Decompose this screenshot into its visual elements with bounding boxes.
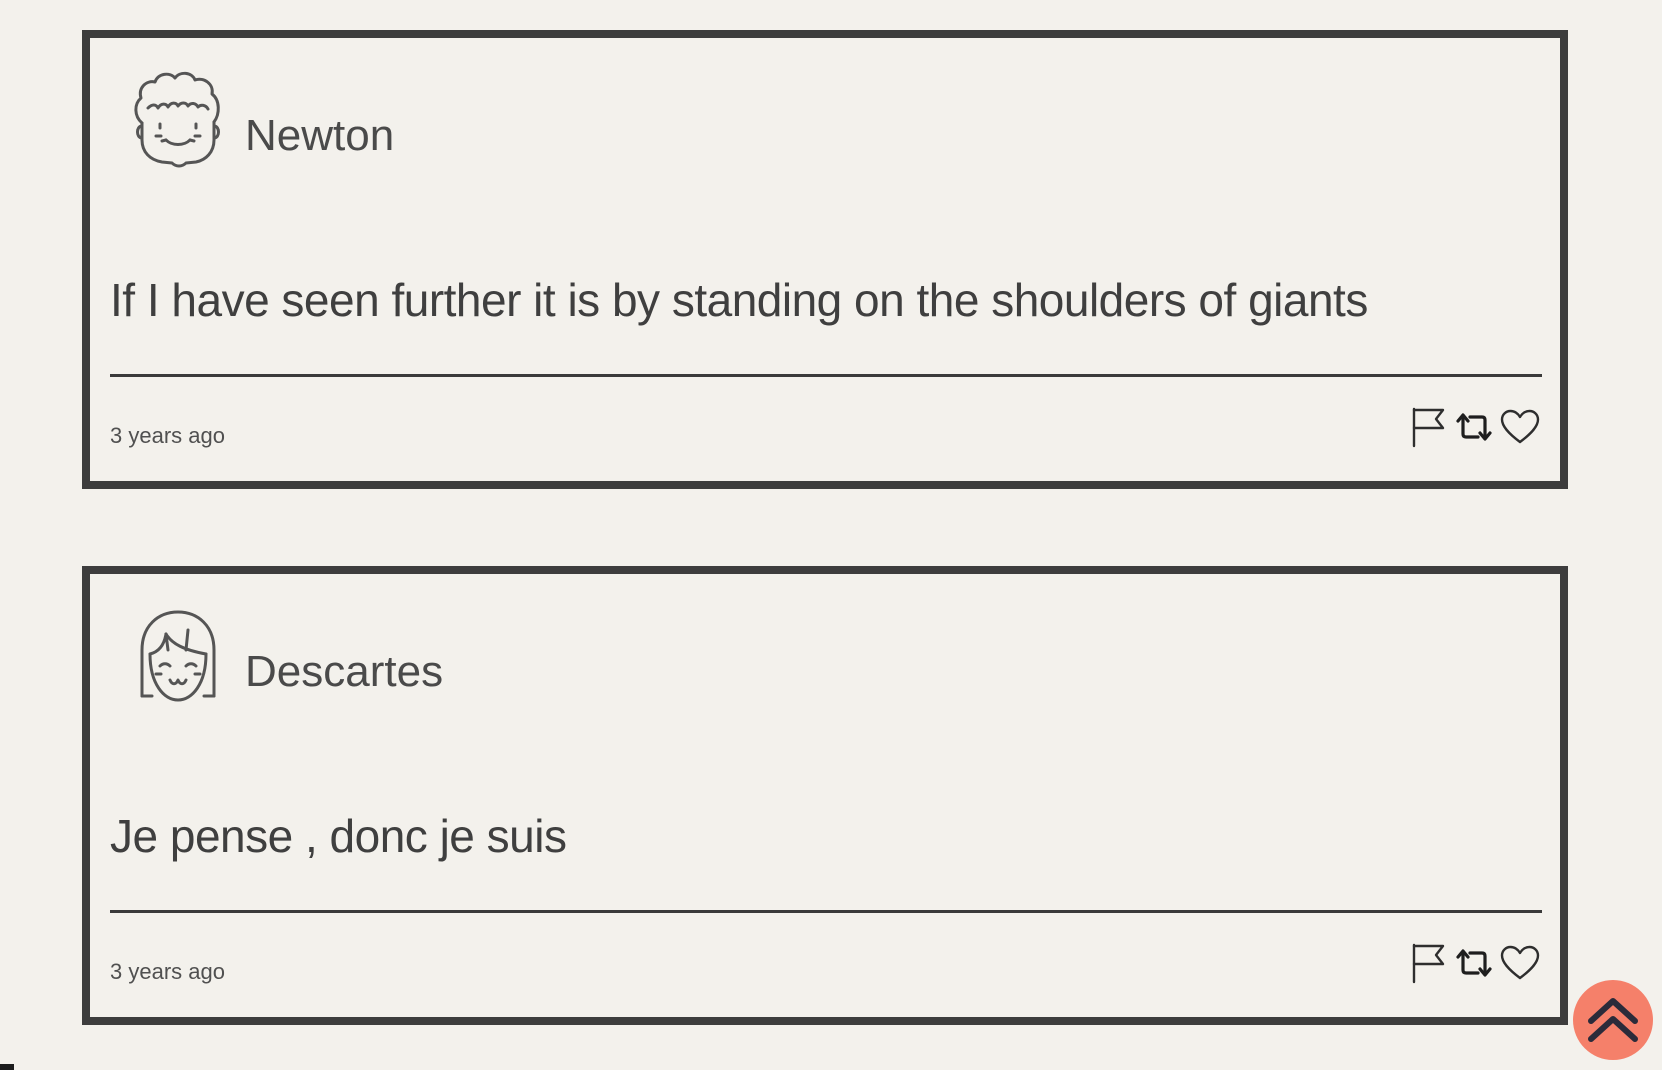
timestamp: 3 years ago (110, 423, 225, 448)
retweet-icon (1456, 949, 1492, 977)
post-actions (1408, 942, 1540, 984)
divider (110, 374, 1542, 377)
author-name: Newton (245, 111, 395, 160)
post-card: Descartes Je pense , donc je suis 3 year… (82, 566, 1568, 1025)
retweet-button[interactable] (1454, 942, 1494, 984)
flag-button[interactable] (1408, 406, 1448, 448)
retweet-icon (1456, 413, 1492, 441)
quote-text: Je pense , donc je suis (110, 810, 567, 862)
curly-haired-face-icon (128, 68, 228, 168)
divider (110, 910, 1542, 913)
scroll-to-top-button[interactable] (1573, 980, 1653, 1060)
bob-haired-face-icon (128, 604, 228, 704)
post-card: Newton If I have seen further it is by s… (82, 30, 1568, 489)
heart-icon (1500, 409, 1540, 444)
page-corner (0, 1064, 14, 1070)
retweet-button[interactable] (1454, 406, 1494, 448)
like-button[interactable] (1500, 406, 1540, 448)
like-button[interactable] (1500, 942, 1540, 984)
flag-icon (1412, 943, 1445, 984)
heart-icon (1500, 945, 1540, 980)
author-name: Descartes (245, 647, 444, 696)
double-chevron-up-icon (1588, 998, 1638, 1042)
quote-text: If I have seen further it is by standing… (110, 274, 1368, 326)
timestamp: 3 years ago (110, 959, 225, 984)
flag-button[interactable] (1408, 942, 1448, 984)
flag-icon (1412, 407, 1445, 448)
post-actions (1408, 406, 1540, 448)
